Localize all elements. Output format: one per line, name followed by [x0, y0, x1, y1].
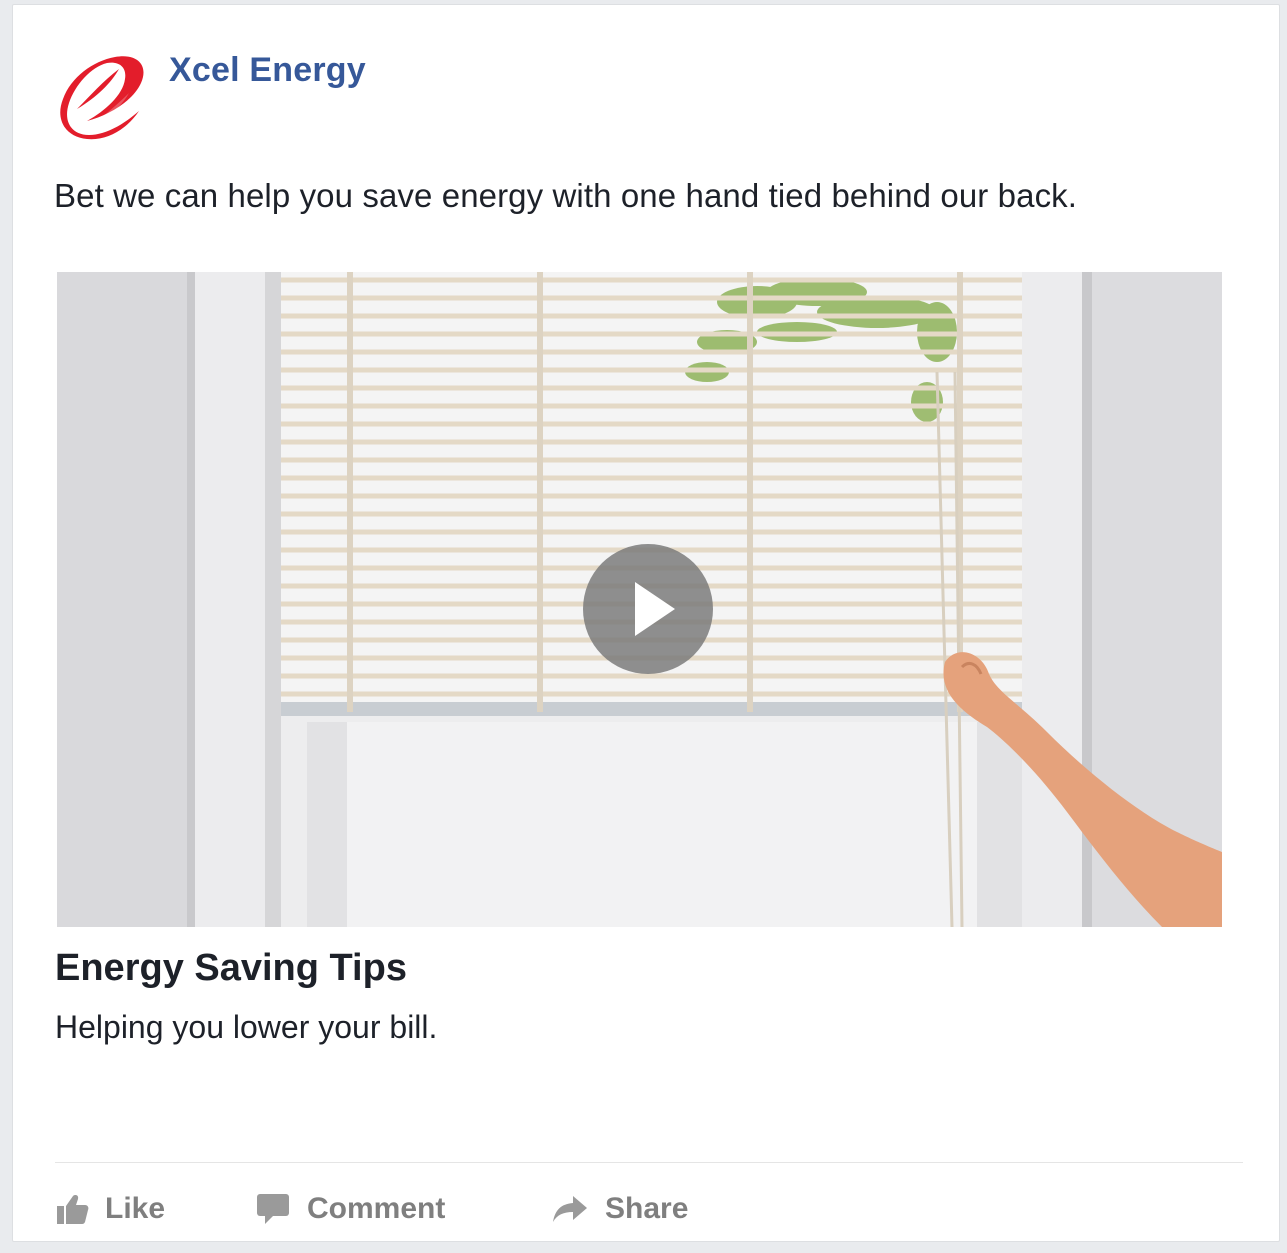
play-icon: [635, 582, 675, 636]
share-label: Share: [605, 1192, 689, 1225]
video-thumbnail[interactable]: [57, 272, 1222, 927]
like-label: Like: [105, 1192, 166, 1225]
share-arrow-icon: [553, 1196, 587, 1222]
play-button[interactable]: [583, 544, 713, 674]
xcel-energy-logo[interactable]: [57, 49, 151, 141]
like-button[interactable]: Like: [55, 1192, 255, 1226]
share-button[interactable]: Share: [551, 1192, 751, 1226]
link-title[interactable]: Energy Saving Tips: [55, 947, 407, 990]
post-header: Xcel Energy: [57, 49, 366, 141]
actions-divider: [55, 1162, 1243, 1163]
comment-label: Comment: [307, 1192, 446, 1225]
post-message: Bet we can help you save energy with one…: [54, 177, 1078, 214]
page-name-link[interactable]: Xcel Energy: [169, 51, 366, 90]
post-actions-bar: Like Comment Share: [55, 1181, 751, 1237]
link-description: Helping you lower your bill.: [55, 1009, 438, 1045]
comment-button[interactable]: Comment: [255, 1192, 551, 1226]
post-card: Xcel Energy Bet we can help you save ene…: [12, 4, 1280, 1242]
thumbs-up-icon: [57, 1195, 89, 1224]
comment-bubble-icon: [257, 1194, 289, 1224]
